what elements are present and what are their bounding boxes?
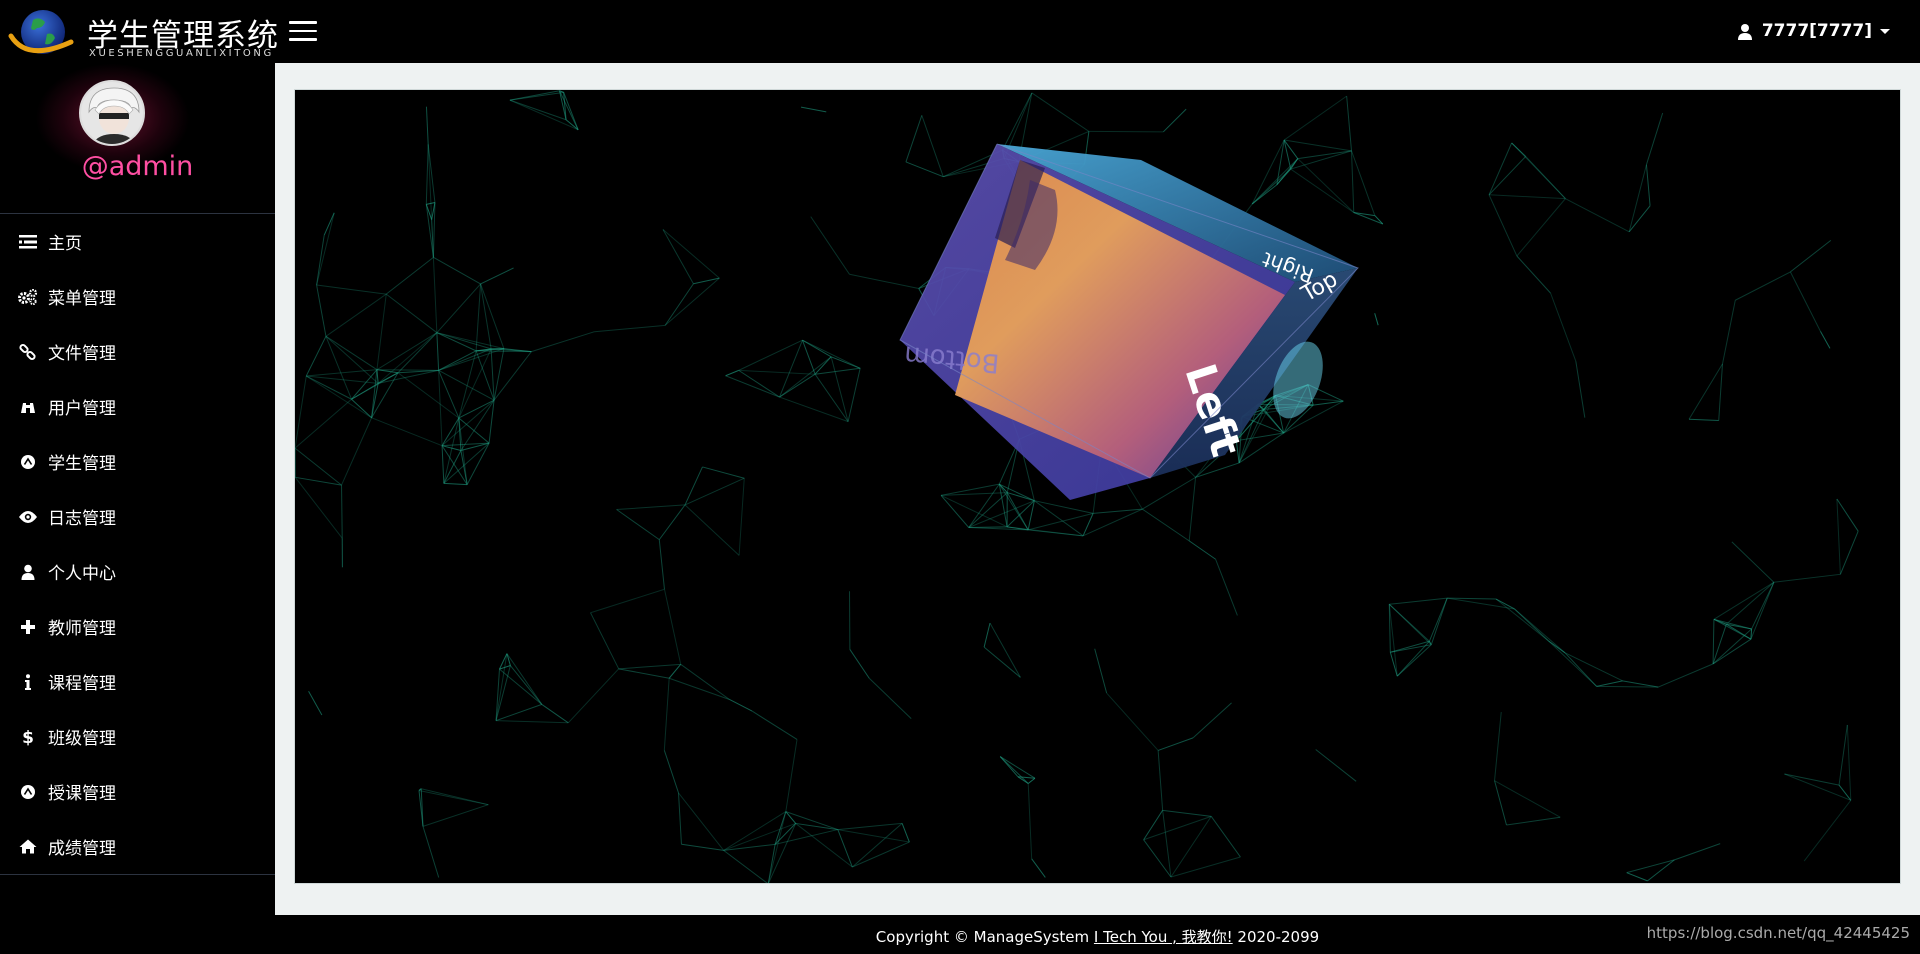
footer-link[interactable]: I Tech You , 我教你! — [1094, 928, 1233, 946]
sidebar-item-label: 主页 — [48, 234, 82, 254]
sidebar-menu: 主页 菜单管理 文件管理 用户管理 学生管理 日志管理 个人中心 教师管理 课程… — [0, 214, 275, 874]
link-icon — [18, 343, 38, 361]
profile-panel: @admin — [0, 63, 275, 214]
home-icon — [18, 838, 38, 856]
user-icon — [1737, 23, 1752, 40]
sidebar-item-courses[interactable]: 课程管理 — [0, 654, 275, 709]
sidebar-item-label: 文件管理 — [48, 344, 116, 364]
app-logo[interactable]: 学生管理系统 XUESHENGGUANLIXITONG — [5, 4, 278, 60]
sidebar-item-label: 成绩管理 — [48, 839, 116, 859]
eye-icon — [18, 508, 38, 526]
globe-logo-icon — [8, 10, 74, 54]
sidebar-item-logs[interactable]: 日志管理 — [0, 489, 275, 544]
sidebar-item-label: 用户管理 — [48, 399, 116, 419]
sidebar-item-files[interactable]: 文件管理 — [0, 324, 275, 379]
user-label: 7777[7777] — [1761, 21, 1872, 41]
copyright-prefix: Copyright © ManageSystem — [875, 928, 1094, 946]
copyright-suffix: 2020-2099 — [1232, 928, 1320, 946]
sidebar-item-label: 教师管理 — [48, 619, 116, 639]
sidebar-item-label: 个人中心 — [48, 564, 116, 584]
dollar-icon: $ — [18, 728, 38, 746]
sidebar-item-students[interactable]: 学生管理 — [0, 434, 275, 489]
user-icon — [18, 563, 38, 581]
sidebar-item-classes[interactable]: $ 班级管理 — [0, 709, 275, 764]
gears-icon — [18, 288, 38, 306]
sidebar-item-menus[interactable]: 菜单管理 — [0, 269, 275, 324]
app-subtitle: XUESHENGGUANLIXITONG — [89, 48, 274, 59]
sidebar-item-grades[interactable]: 成绩管理 — [0, 819, 275, 874]
sidebar-item-home[interactable]: 主页 — [0, 214, 275, 269]
sidebar-item-profile[interactable]: 个人中心 — [0, 544, 275, 599]
sidebar-item-label: 授课管理 — [48, 784, 116, 804]
animation-stage: Left Top Right Bottom — [294, 89, 1901, 884]
user-dropdown[interactable]: 7777[7777] — [1737, 21, 1890, 41]
sidebar-item-teachers[interactable]: 教师管理 — [0, 599, 275, 654]
main-content: Left Top Right Bottom — [275, 63, 1920, 915]
sidebar-item-teaching[interactable]: 授课管理 — [0, 764, 275, 819]
watermark-url: https://blog.csdn.net/qq_42445425 — [1646, 924, 1910, 942]
svg-text:$: $ — [22, 728, 34, 746]
hamburger-icon[interactable] — [289, 21, 317, 43]
circle-up-icon — [18, 453, 38, 471]
sidebar-item-users[interactable]: 用户管理 — [0, 379, 275, 434]
top-bar: 学生管理系统 XUESHENGGUANLIXITONG 7777[7777] — [0, 0, 1920, 63]
footer: Copyright © ManageSystem I Tech You , 我教… — [275, 915, 1920, 954]
sidebar-item-label: 日志管理 — [48, 509, 116, 529]
plus-icon — [18, 618, 38, 636]
circle-up-icon — [18, 783, 38, 801]
list-icon — [18, 233, 38, 251]
info-icon — [18, 673, 38, 691]
sidebar-item-label: 菜单管理 — [48, 289, 116, 309]
avatar[interactable] — [79, 80, 145, 146]
binoculars-icon — [18, 398, 38, 416]
sidebar-item-label: 班级管理 — [48, 729, 116, 749]
profile-username: @admin — [81, 151, 194, 182]
sidebar-item-label: 课程管理 — [48, 674, 116, 694]
sidebar-item-label: 学生管理 — [48, 454, 116, 474]
sidebar-divider — [0, 874, 275, 875]
chevron-down-icon — [1880, 28, 1890, 34]
rotating-cube[interactable]: Left Top Right Bottom — [295, 90, 1901, 884]
sidebar: @admin 主页 菜单管理 文件管理 用户管理 学生管理 日志管理 个人中心 … — [0, 63, 275, 954]
